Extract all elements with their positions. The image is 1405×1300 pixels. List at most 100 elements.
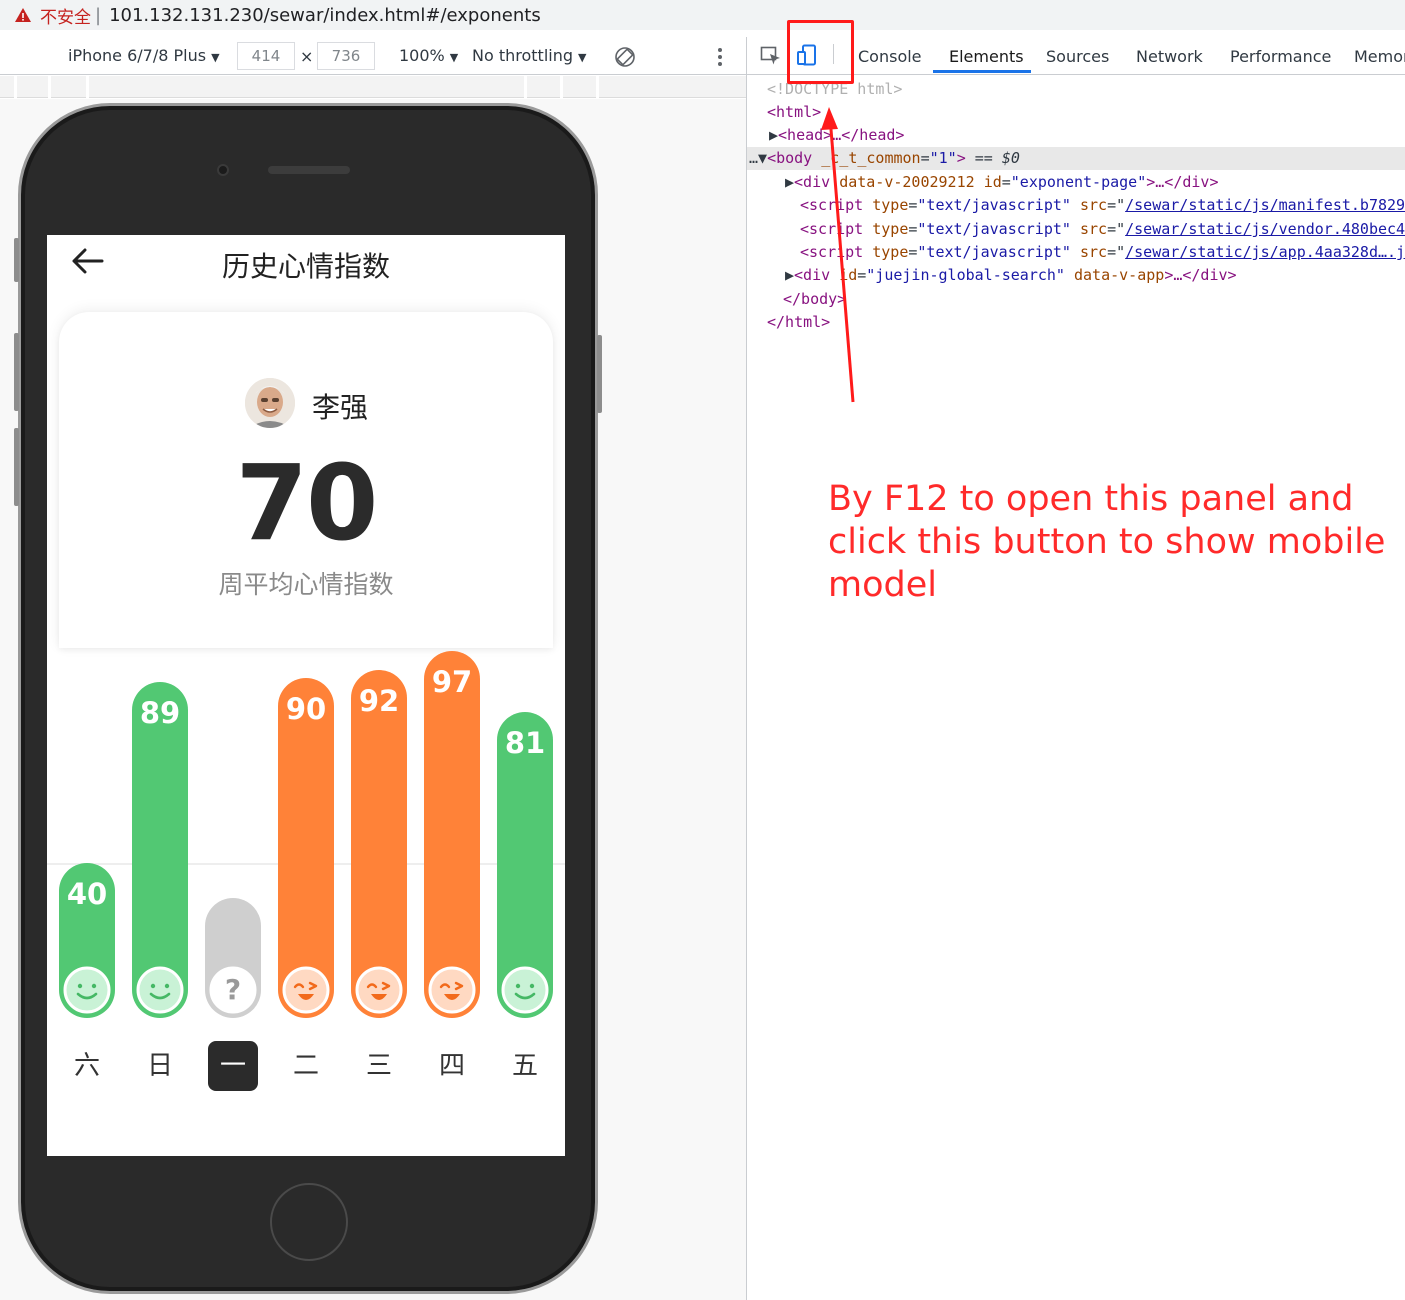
ruler-mark xyxy=(48,76,51,98)
ruler-mark xyxy=(596,76,599,98)
phone-home-button xyxy=(270,1183,348,1261)
mood-bar-value: 90 xyxy=(285,691,327,726)
mood-bar[interactable]: 92 xyxy=(351,670,407,1018)
mood-bar[interactable]: ? xyxy=(205,898,261,1018)
tab-performance[interactable]: Performance xyxy=(1230,47,1331,66)
red-arrow-icon xyxy=(821,107,855,403)
tab-console[interactable]: Console xyxy=(858,47,922,66)
mood-bar[interactable]: 40 xyxy=(59,863,115,1018)
url-separator: | xyxy=(95,4,102,26)
device-name: iPhone 6/7/8 Plus xyxy=(68,46,207,65)
laugh-face-icon xyxy=(282,966,330,1014)
ruler-mark xyxy=(524,76,527,98)
ruler-mark xyxy=(14,76,17,98)
mood-bar[interactable]: 97 xyxy=(424,651,480,1018)
day-label[interactable]: 日 xyxy=(135,1041,185,1091)
smile-face-icon xyxy=(63,966,111,1014)
avatar-image xyxy=(245,378,295,428)
day-label[interactable]: 六 xyxy=(62,1041,112,1091)
zoom-value: 100% xyxy=(399,46,445,65)
dom-script-row[interactable]: <script type="text/javascript" src="/sew… xyxy=(800,218,1405,240)
expand-triangle-icon[interactable]: ▶ xyxy=(769,126,778,144)
mood-bar[interactable]: 89 xyxy=(132,681,188,1018)
media-query-ruler xyxy=(0,76,746,98)
mood-bar-value: 40 xyxy=(66,877,108,911)
mood-bar-value: 97 xyxy=(431,665,473,700)
tab-elements[interactable]: Elements xyxy=(949,47,1024,66)
day-label[interactable]: 二 xyxy=(281,1041,331,1091)
warning-icon xyxy=(15,8,31,22)
insecure-label: 不安全 xyxy=(40,7,91,28)
question-face-icon: ? xyxy=(209,966,257,1014)
address-bar[interactable]: 不安全 | 101.132.131.230/sewar/index.html#/… xyxy=(0,0,1405,30)
phone-mute-switch xyxy=(14,238,19,282)
ruler-mark xyxy=(560,76,563,98)
app-screen: 历史心情指数 李强 70 周平均心情指数 40 89? 90 92 97 81 六日一二三… xyxy=(47,235,565,1156)
smile-face-icon xyxy=(136,966,184,1014)
zoom-select[interactable]: 100% ▼ xyxy=(399,46,458,65)
dom-body-val: "1" xyxy=(929,149,957,167)
user-name: 李强 xyxy=(312,391,369,424)
throttling-value: No throttling xyxy=(472,46,574,65)
height-input[interactable]: 736 xyxy=(317,42,375,70)
dom-div-attr: data-v-app xyxy=(1074,266,1165,284)
mood-bar[interactable]: 81 xyxy=(497,711,553,1018)
page-title: 历史心情指数 xyxy=(221,250,390,283)
more-vert-icon[interactable] xyxy=(712,45,728,69)
ellipsis-icon[interactable]: … xyxy=(749,149,758,167)
dom-body-row[interactable]: …▼<body _c_t_common="1"> == $0 xyxy=(749,147,1020,169)
dom-div-id-val: "juejin-global-search" xyxy=(866,266,1065,284)
tab-memory[interactable]: Memor xyxy=(1354,47,1405,66)
weekly-score: 70 xyxy=(235,442,379,564)
dom-div-id-val: "exponent-page" xyxy=(1010,173,1147,191)
phone-volume-up xyxy=(14,333,19,411)
mood-bar-value: 81 xyxy=(504,725,546,760)
mood-bar[interactable]: 90 xyxy=(278,677,334,1018)
dimension-separator: × xyxy=(300,47,314,66)
avatar xyxy=(245,378,295,428)
day-label[interactable]: 三 xyxy=(354,1041,404,1091)
tab-sources[interactable]: Sources xyxy=(1046,47,1109,66)
dom-script-src-link[interactable]: /sewar/static/js/app.4aa328d….j xyxy=(1125,243,1405,261)
width-input[interactable]: 414 xyxy=(237,42,295,70)
phone-power-button xyxy=(597,335,602,413)
dom-script-row[interactable]: <script type="text/javascript" src="/sew… xyxy=(800,194,1405,216)
svg-text:?: ? xyxy=(225,973,241,1006)
dom-script-src-link[interactable]: /sewar/static/js/vendor.480bec4 xyxy=(1125,220,1405,238)
laugh-face-icon xyxy=(355,966,403,1014)
device-select[interactable]: iPhone 6/7/8 Plus ▼ xyxy=(68,46,220,65)
dom-script-row[interactable]: <script type="text/javascript" src="/sew… xyxy=(800,241,1405,263)
dom-script-type: "text/javascript" xyxy=(917,196,1071,214)
expand-triangle-icon[interactable]: ▶ xyxy=(785,266,794,284)
url-text[interactable]: 101.132.131.230/sewar/index.html#/expone… xyxy=(109,5,541,26)
phone-camera xyxy=(217,164,229,176)
dom-script-src-link[interactable]: /sewar/static/js/manifest.b7829 xyxy=(1125,196,1405,214)
phone-volume-down xyxy=(14,428,19,506)
day-label[interactable]: 五 xyxy=(500,1041,550,1091)
laugh-face-icon xyxy=(428,966,476,1014)
mood-bar-value: 92 xyxy=(358,684,400,719)
phone-speaker xyxy=(268,166,350,174)
day-label[interactable]: 一 xyxy=(208,1041,258,1091)
rotate-icon[interactable] xyxy=(614,46,636,68)
day-label[interactable]: 四 xyxy=(427,1041,477,1091)
summary-card: 李强 70 周平均心情指数 xyxy=(59,312,553,648)
throttling-select[interactable]: No throttling ▼ xyxy=(472,46,586,65)
chevron-down-icon: ▼ xyxy=(449,51,459,64)
dom-script-type: "text/javascript" xyxy=(917,220,1071,238)
chevron-down-icon: ▼ xyxy=(578,51,587,64)
annotation-text: By F12 to open this panel and click this… xyxy=(828,479,1386,605)
dom-div-id-attr: id xyxy=(983,173,1002,191)
chevron-down-icon: ▼ xyxy=(211,51,220,64)
mood-bar-value: 89 xyxy=(139,695,181,730)
collapse-triangle-icon[interactable]: ▼ xyxy=(758,149,767,167)
device-toolbar: iPhone 6/7/8 Plus ▼ 414 × 736 100% ▼ No th… xyxy=(0,37,746,75)
tab-network[interactable]: Network xyxy=(1136,47,1203,66)
dom-script-type: "text/javascript" xyxy=(917,243,1071,261)
dom-body-ref: == $0 xyxy=(974,149,1020,167)
expand-triangle-icon[interactable]: ▶ xyxy=(785,173,794,191)
smile-face-icon xyxy=(501,966,549,1014)
inspect-element-icon[interactable] xyxy=(760,46,782,66)
score-label: 周平均心情指数 xyxy=(218,570,394,599)
ruler-mark xyxy=(86,76,89,98)
